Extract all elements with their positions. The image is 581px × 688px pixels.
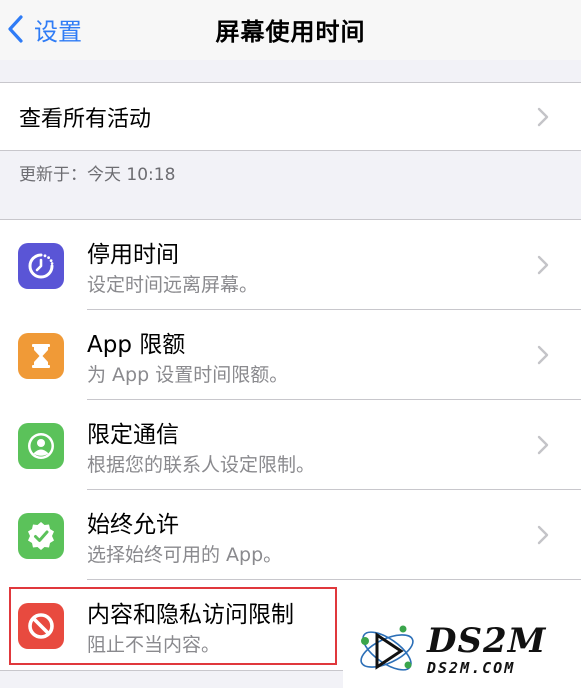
watermark-domain: DS2M.COM (427, 659, 516, 677)
activity-group: 查看所有活动 (0, 82, 581, 151)
row-subtitle: 根据您的联系人设定限制。 (87, 454, 316, 476)
row-title: App 限额 (87, 332, 186, 358)
see-all-activity-row[interactable]: 查看所有活动 (0, 83, 581, 150)
chevron-right-icon (537, 255, 549, 275)
row-title: 限定通信 (87, 422, 179, 448)
row-title: 内容和隐私访问限制 (87, 602, 294, 628)
last-updated-text: 更新于：今天 10:18 (19, 165, 176, 185)
checkmark-badge-icon (18, 513, 64, 559)
settings-group: 停用时间 设定时间远离屏幕。 App 限额 为 App 设置时间限额。 限定通信… (0, 219, 581, 671)
row-subtitle: 设定时间远离屏幕。 (87, 274, 259, 296)
watermark-logo-icon (360, 625, 414, 671)
navigation-bar: 设置 屏幕使用时间 (0, 0, 581, 60)
row-title: 停用时间 (87, 242, 179, 268)
chevron-right-icon (537, 435, 549, 455)
downtime-icon (18, 243, 64, 289)
contact-icon (18, 423, 64, 469)
row-subtitle: 选择始终可用的 App。 (87, 544, 283, 566)
prohibited-icon (18, 603, 64, 649)
chevron-right-icon (537, 345, 549, 365)
watermark-brand: DS2M (427, 621, 547, 661)
communication-limits-row[interactable]: 限定通信 根据您的联系人设定限制。 (0, 400, 581, 490)
see-all-activity-label: 查看所有活动 (19, 106, 152, 132)
row-title: 始终允许 (87, 512, 179, 538)
row-subtitle: 阻止不当内容。 (87, 634, 221, 656)
always-allowed-row[interactable]: 始终允许 选择始终可用的 App。 (0, 490, 581, 580)
watermark: DS2M DS2M.COM (343, 612, 581, 688)
chevron-right-icon (537, 525, 549, 545)
downtime-row[interactable]: 停用时间 设定时间远离屏幕。 (0, 220, 581, 310)
page-title: 屏幕使用时间 (215, 18, 366, 46)
chevron-right-icon (537, 107, 549, 126)
hourglass-icon (18, 333, 64, 379)
row-subtitle: 为 App 设置时间限额。 (87, 364, 289, 386)
app-limits-row[interactable]: App 限额 为 App 设置时间限额。 (0, 310, 581, 400)
